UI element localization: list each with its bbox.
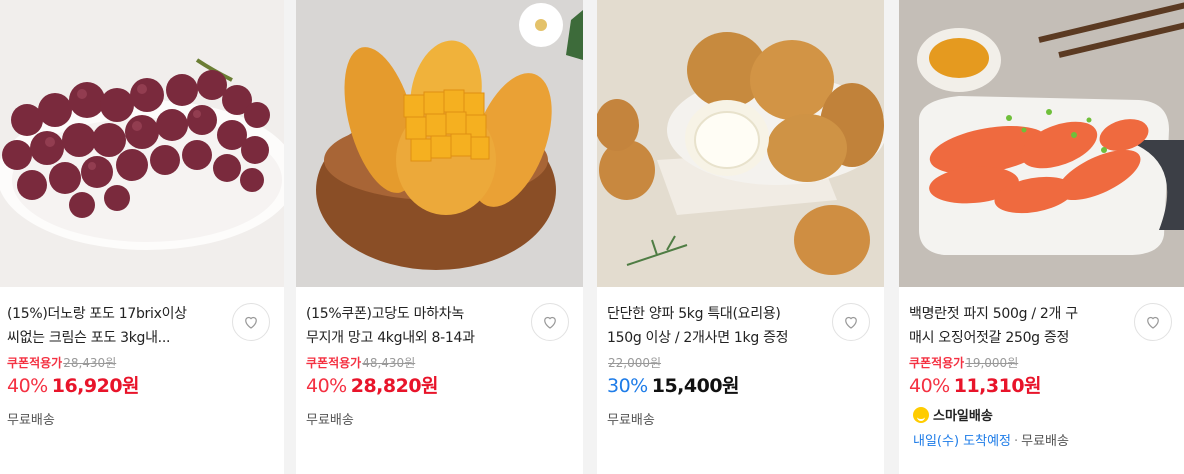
smile-icon (913, 406, 929, 423)
coupon-label: 쿠폰적용가 (7, 356, 63, 370)
wishlist-button[interactable] (1134, 303, 1172, 341)
red-grapes-image[interactable] (0, 0, 284, 287)
smile-delivery-label: 스마일배송 (933, 409, 993, 424)
heart-outline-icon (845, 316, 857, 329)
product-card[interactable]: 단단한 양파 5kg 특대(요리용) 150g 이상 / 2개사면 1kg 증정… (597, 0, 884, 474)
original-price: 22,000원 (608, 356, 662, 370)
sale-price: 16,920원 (51, 375, 140, 397)
price-row: 30% 15,400원 (607, 374, 740, 398)
coupon-label: 쿠폰적용가 (306, 356, 362, 370)
discount-rate: 40% (306, 375, 347, 397)
product-card[interactable]: (15%쿠폰)고당도 마하차녹 무지개 망고 4kg내외 8-14과 쿠폰적용가… (296, 0, 583, 474)
sale-price: 11,310원 (953, 375, 1042, 397)
heart-outline-icon (544, 316, 556, 329)
wishlist-button[interactable] (832, 303, 870, 341)
product-info: 단단한 양파 5kg 특대(요리용) 150g 이상 / 2개사면 1kg 증정… (597, 287, 884, 474)
wishlist-button[interactable] (232, 303, 270, 341)
separator-dot: · (1014, 434, 1019, 449)
mango-bowl-image[interactable] (296, 0, 583, 287)
product-title[interactable]: 백명란젓 파지 500g / 2개 구 매시 오징어젓갈 250g 증정 (909, 302, 1127, 350)
product-title[interactable]: (15%쿠폰)고당도 마하차녹 무지개 망고 4kg내외 8-14과 (306, 302, 524, 350)
shipping-info: 무료배송 (607, 413, 655, 428)
discount-rate: 30% (607, 375, 648, 397)
product-title[interactable]: 단단한 양파 5kg 특대(요리용) 150g 이상 / 2개사면 1kg 증정 (607, 302, 825, 350)
shipping-info: 무료배송 (306, 413, 354, 428)
arrival-info: 내일(수) 도착예정 · 무료배송 (913, 430, 1069, 449)
discount-rate: 40% (909, 375, 950, 397)
coupon-price-row: 쿠폰적용가28,430원 (7, 355, 116, 371)
pollock-roe-image[interactable] (899, 0, 1184, 287)
coupon-price-row: 22,000원 (607, 355, 661, 371)
onions-image[interactable] (597, 0, 884, 287)
price-row: 40% 28,820원 (306, 374, 439, 398)
price-row: 40% 16,920원 (7, 374, 140, 398)
smile-delivery-badge: 스마일배송 (913, 405, 993, 424)
sale-price: 28,820원 (350, 375, 439, 397)
coupon-price-row: 쿠폰적용가48,430원 (306, 355, 415, 371)
heart-outline-icon (245, 316, 257, 329)
discount-rate: 40% (7, 375, 48, 397)
product-title[interactable]: (15%)더노랑 포도 17brix이상 씨없는 크림슨 포도 3kg내... (7, 302, 225, 350)
original-price: 28,430원 (63, 356, 117, 370)
product-info: (15%)더노랑 포도 17brix이상 씨없는 크림슨 포도 3kg내... … (0, 287, 284, 474)
price-row: 40% 11,310원 (909, 374, 1042, 398)
product-info: (15%쿠폰)고당도 마하차녹 무지개 망고 4kg내외 8-14과 쿠폰적용가… (296, 287, 583, 474)
product-card[interactable]: 백명란젓 파지 500g / 2개 구 매시 오징어젓갈 250g 증정 쿠폰적… (899, 0, 1184, 474)
product-grid: (15%)더노랑 포도 17brix이상 씨없는 크림슨 포도 3kg내... … (0, 0, 1184, 474)
wishlist-button[interactable] (531, 303, 569, 341)
shipping-info: 무료배송 (1021, 434, 1069, 449)
original-price: 48,430원 (362, 356, 416, 370)
coupon-label: 쿠폰적용가 (909, 356, 965, 370)
shipping-info: 무료배송 (7, 413, 55, 428)
coupon-price-row: 쿠폰적용가19,000원 (909, 355, 1018, 371)
sale-price: 15,400원 (651, 375, 740, 397)
original-price: 19,000원 (965, 356, 1019, 370)
product-info: 백명란젓 파지 500g / 2개 구 매시 오징어젓갈 250g 증정 쿠폰적… (899, 287, 1184, 474)
product-card[interactable]: (15%)더노랑 포도 17brix이상 씨없는 크림슨 포도 3kg내... … (0, 0, 284, 474)
heart-outline-icon (1147, 316, 1159, 329)
arrival-date: 내일(수) 도착예정 (913, 434, 1011, 449)
